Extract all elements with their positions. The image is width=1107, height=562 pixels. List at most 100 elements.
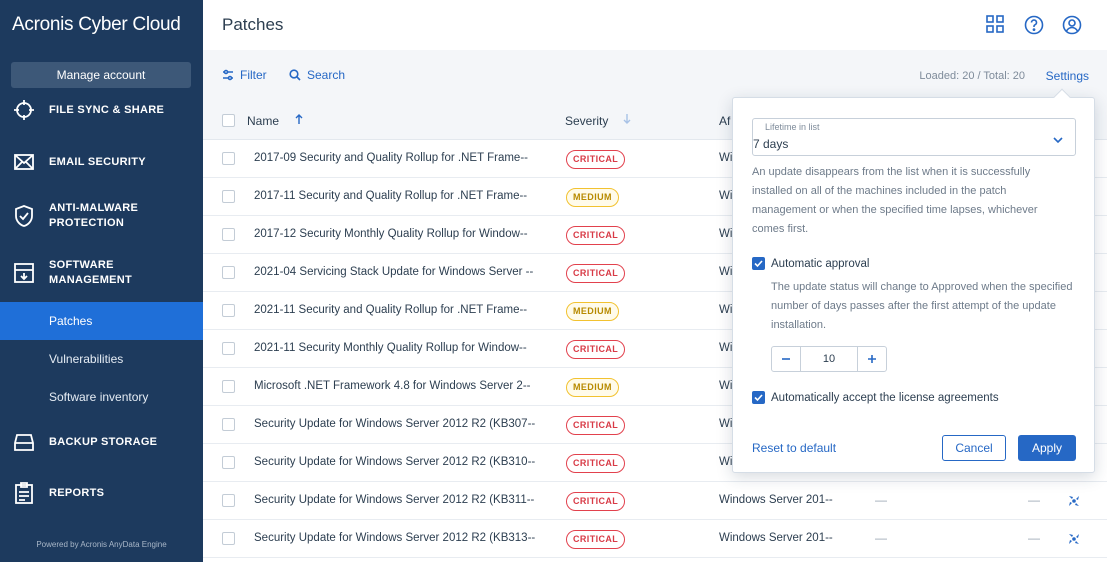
patch-name[interactable]: Security Update for Windows Server 2012 … [254,532,535,544]
sidebar-item-patches[interactable]: Patches [0,302,203,340]
patch-name[interactable]: 2017-11 Security and Quality Rollup for … [254,190,527,202]
chevron-down-icon [1053,132,1063,144]
severity-badge: CRITICAL [566,492,626,511]
sort-asc-icon[interactable] [295,113,303,128]
patch-action-icon[interactable] [1066,493,1082,509]
storage-icon [12,430,36,454]
patch-name[interactable]: 2017-09 Security and Quality Rollup for … [254,152,528,164]
nav-reports[interactable]: REPORTS [0,480,203,506]
patch-name[interactable]: 2021-11 Security Monthly Quality Rollup … [254,342,527,354]
severity-badge: CRITICAL [566,454,626,473]
affected-products: Wi [719,152,733,164]
reset-to-default-link[interactable]: Reset to default [752,441,836,455]
filter-button[interactable]: Filter [222,68,267,82]
lifetime-select[interactable]: Lifetime in list 7 days [752,118,1076,156]
accept-license-label: Automatically accept the license agreeme… [771,391,999,404]
column-header-name[interactable]: Name [247,114,279,128]
select-all-checkbox[interactable] [222,114,235,127]
days-stepper: 10 [771,346,887,372]
patch-name[interactable]: 2021-04 Servicing Stack Update for Windo… [254,266,533,278]
patch-name[interactable]: Security Update for Windows Server 2012 … [254,456,535,468]
patch-action-icon[interactable] [1066,531,1082,547]
affected-products: Wi [719,190,733,202]
row-checkbox[interactable] [222,532,235,545]
empty-value: — [875,493,887,507]
patch-name[interactable]: Microsoft .NET Framework 4.8 for Windows… [254,380,531,392]
page-title: Patches [222,15,284,34]
patch-name[interactable]: 2021-11 Security and Quality Rollup for … [254,304,527,316]
sidebar-item-vulnerabilities[interactable]: Vulnerabilities [0,340,203,378]
decrement-button[interactable] [772,347,800,371]
search-button[interactable]: Search [289,68,345,82]
nav-file-sync-share[interactable]: FILE SYNC & SHARE [0,97,203,123]
nav-label: EMAIL SECURITY [49,155,146,168]
affected-products: Wi [719,380,733,392]
automatic-approval-checkbox[interactable]: Automatic approval [752,257,869,270]
row-checkbox[interactable] [222,190,235,203]
shield-icon [12,204,36,228]
powered-by-text: Powered by Acronis AnyData Engine [36,540,167,549]
cancel-button[interactable]: Cancel [942,435,1006,461]
settings-button[interactable]: Settings [1046,69,1089,83]
automatic-approval-label: Automatic approval [771,257,870,270]
table-row[interactable]: Security Update for Windows Server 2012 … [203,520,1107,558]
email-icon [12,150,36,174]
affected-products: Wi [719,304,733,316]
row-checkbox[interactable] [222,152,235,165]
patch-name[interactable]: Security Update for Windows Server 2012 … [254,494,534,506]
patch-name[interactable]: 2017-12 Security Monthly Quality Rollup … [254,228,528,240]
affected-products: Wi [719,266,733,278]
severity-badge: CRITICAL [566,264,626,283]
increment-button[interactable] [858,347,886,371]
lifetime-value-text: 7 days [753,137,789,151]
row-checkbox[interactable] [222,342,235,355]
sidebar-item-software-inventory[interactable]: Software inventory [0,378,203,416]
loaded-count: Loaded: 20 / Total: 20 [919,70,1025,82]
lifetime-description: An update disappears from the list when … [752,166,1038,235]
days-input[interactable]: 10 [800,347,858,371]
nav-anti-malware[interactable]: ANTI-MALWARE PROTECTION [0,200,203,232]
nav-email-security[interactable]: EMAIL SECURITY [0,149,203,175]
grid-icon[interactable] [986,15,1006,35]
header: Patches [203,0,1107,50]
nav-label-line: SOFTWARE [49,259,114,271]
patch-name[interactable]: Security Update for Windows Server 2012 … [254,418,535,430]
plus-icon [868,355,876,363]
checkbox-checked-icon [752,257,765,270]
nav-label-line: ANTI-MALWARE [49,202,139,214]
severity-badge: CRITICAL [566,530,626,549]
brand-logo: Acronis Cyber Cloud [12,14,181,35]
table-row[interactable]: Security Update for Windows Server 2012 … [203,482,1107,520]
row-checkbox[interactable] [222,380,235,393]
severity-badge: CRITICAL [566,416,626,435]
empty-value: — [1028,493,1040,507]
row-checkbox[interactable] [222,418,235,431]
row-checkbox[interactable] [222,494,235,507]
reports-icon [12,481,36,505]
manage-account-button[interactable]: Manage account [11,62,191,88]
accept-license-checkbox[interactable]: Automatically accept the license agreeme… [752,391,999,404]
automatic-approval-description: The update status will change to Approve… [771,281,1073,331]
sort-icon[interactable] [623,113,631,128]
row-checkbox[interactable] [222,304,235,317]
column-header-affected[interactable]: Af [719,114,730,128]
apply-button[interactable]: Apply [1018,435,1076,461]
severity-badge: CRITICAL [566,150,626,169]
nav-backup-storage[interactable]: BACKUP STORAGE [0,429,203,455]
nav-software-management[interactable]: SOFTWARE MANAGEMENT [0,257,203,289]
help-icon[interactable] [1024,15,1044,35]
row-checkbox[interactable] [222,266,235,279]
nav-label: FILE SYNC & SHARE [49,103,165,116]
severity-badge: MEDIUM [566,378,619,397]
row-checkbox[interactable] [222,456,235,469]
affected-products: Wi [719,456,733,468]
column-header-severity[interactable]: Severity [565,114,608,128]
row-checkbox[interactable] [222,228,235,241]
settings-popover: Lifetime in list 7 days An update disapp… [732,88,1095,473]
severity-badge: MEDIUM [566,188,619,207]
affected-products: Wi [719,228,733,240]
account-icon[interactable] [1062,15,1082,35]
search-label: Search [307,68,346,82]
affected-products: Windows Server 201-- [719,494,833,506]
checkbox-checked-icon [752,391,765,404]
